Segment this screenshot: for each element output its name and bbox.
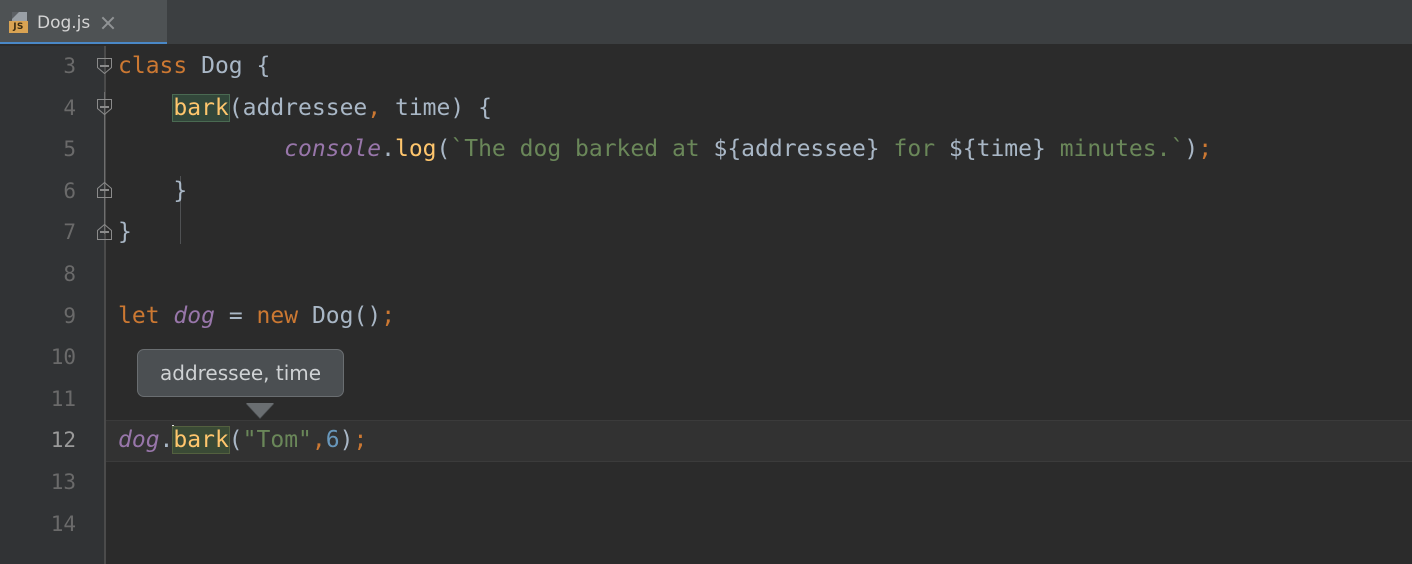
line-content: class Dog { — [118, 46, 270, 88]
tooltip-arrow — [246, 403, 274, 419]
tab-label: Dog.js — [37, 13, 91, 33]
token-class-name: Dog — [201, 53, 243, 79]
token-method-call: log — [394, 136, 437, 163]
line-number: 4 — [63, 95, 76, 120]
line-number: 12 — [50, 428, 76, 453]
line-number: 8 — [63, 261, 76, 286]
token-paren: ( — [228, 427, 243, 454]
token-template-text: The dog barked at — [464, 136, 714, 163]
token-semicolon: ; — [1198, 136, 1213, 163]
token-keyword: class — [118, 53, 188, 79]
line-number: 5 — [63, 137, 76, 162]
token-operator: = — [228, 302, 243, 329]
line-number: 10 — [50, 345, 76, 370]
line-number: 6 — [63, 178, 76, 203]
token-parameter: time — [394, 94, 451, 121]
line-number: 7 — [63, 220, 76, 245]
code-line[interactable]: 14 — [0, 504, 1412, 546]
line-content: console.log(`The dog barked at ${address… — [118, 129, 1212, 171]
code-line[interactable]: 7 } — [0, 212, 1412, 254]
line-number: 14 — [50, 511, 76, 536]
token-paren: ) — [450, 94, 465, 121]
token-dot: . — [381, 136, 395, 163]
token-variable: dog — [173, 302, 215, 329]
line-number: 3 — [63, 54, 76, 78]
code-line[interactable]: 3 class Dog { — [0, 46, 1412, 88]
token-paren: ) — [1184, 136, 1199, 163]
editor-tab-bar: JS Dog.js — [0, 0, 1412, 46]
parameter-info-text: addressee, time — [160, 361, 322, 385]
token-parens: () — [353, 302, 382, 329]
code-line[interactable]: 4 bark(addressee, time) { — [0, 88, 1412, 130]
parameter-info-tooltip: addressee, time — [137, 349, 345, 397]
token-paren: ) — [339, 427, 354, 454]
code-lines: 3 class Dog { 4 bark(addressee, time) { … — [0, 46, 1412, 545]
line-content: dog.bark("Tom",6); — [118, 420, 367, 462]
token-dot: . — [159, 427, 174, 454]
token-backtick: ` — [1170, 136, 1185, 163]
token-comma: , — [367, 94, 382, 121]
line-content: bark(addressee, time) { — [118, 88, 492, 130]
token-object: console — [284, 136, 382, 163]
close-icon[interactable] — [100, 15, 116, 31]
token-parameter: addressee — [242, 94, 368, 121]
code-line[interactable]: 9 let dog = new Dog(); — [0, 296, 1412, 338]
token-template-text: for — [879, 136, 949, 163]
token-variable: dog — [118, 427, 160, 454]
javascript-file-icon: JS — [8, 11, 30, 35]
token-class-name: Dog — [311, 302, 354, 329]
line-content: } — [118, 171, 187, 213]
token-semicolon: ; — [353, 427, 368, 454]
token-brace: { — [478, 94, 492, 121]
code-editor[interactable]: 3 class Dog { 4 bark(addressee, time) { … — [0, 46, 1412, 564]
token-method-call-highlighted: bark — [172, 426, 230, 455]
tab-dog-js[interactable]: JS Dog.js — [0, 0, 167, 46]
token-brace: } — [173, 177, 188, 204]
token-template-text: minutes. — [1045, 136, 1171, 163]
code-line[interactable]: 8 — [0, 254, 1412, 296]
token-brace: { — [256, 53, 271, 79]
token-keyword: new — [256, 302, 299, 329]
line-content: } — [118, 212, 132, 254]
token-number: 6 — [325, 427, 340, 454]
line-number: 13 — [50, 469, 76, 494]
line-number: 11 — [50, 386, 76, 411]
code-line[interactable]: 13 — [0, 462, 1412, 504]
code-line-active[interactable]: 12 dog.bark("Tom",6); — [0, 420, 1412, 462]
token-string: "Tom" — [242, 427, 312, 454]
token-comma: , — [311, 427, 326, 454]
token-semicolon: ; — [381, 302, 396, 329]
line-content: let dog = new Dog(); — [118, 296, 395, 338]
token-interpolation: ${addressee} — [713, 136, 880, 163]
token-paren: ( — [228, 94, 243, 121]
token-keyword: let — [118, 302, 160, 329]
token-method-name-highlighted: bark — [172, 93, 230, 122]
js-badge-label: JS — [9, 21, 28, 33]
token-interpolation: ${time} — [948, 136, 1046, 163]
token-brace: } — [118, 219, 132, 246]
token-paren: ( — [436, 136, 451, 163]
line-number: 9 — [63, 303, 76, 328]
code-line[interactable]: 5 console.log(`The dog barked at ${addre… — [0, 129, 1412, 171]
code-line[interactable]: 6 } — [0, 171, 1412, 213]
token-backtick: ` — [450, 136, 465, 163]
